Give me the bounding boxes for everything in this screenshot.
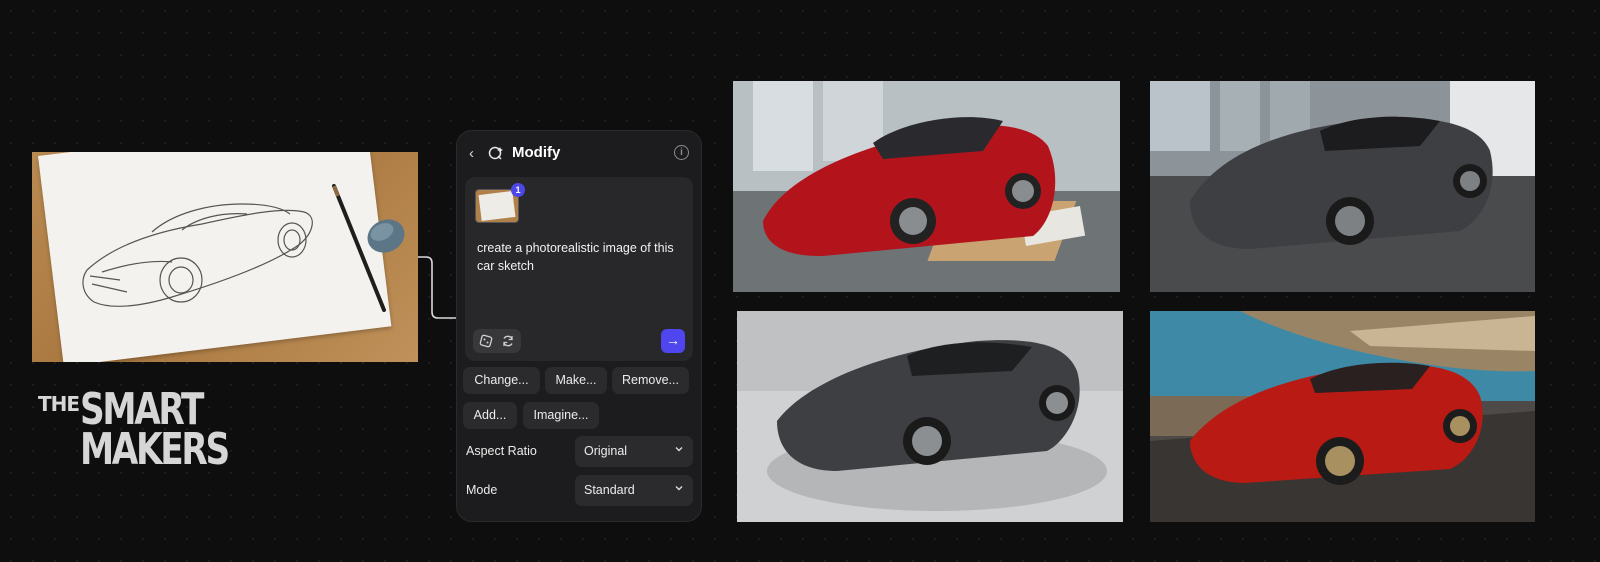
brand-the: THE [38, 392, 80, 416]
aspect-ratio-select[interactable]: Original [575, 436, 693, 467]
car-sketch-drawing [82, 184, 405, 312]
modify-panel: ‹ Modify i 1 create a photorealistic ima… [456, 130, 702, 522]
mode-select[interactable]: Standard [575, 475, 693, 506]
aspect-ratio-label: Aspect Ratio [466, 444, 537, 458]
arrow-right-icon: → [666, 332, 680, 348]
chevron-down-icon [675, 486, 683, 491]
car-sketch-photo [32, 152, 418, 362]
info-icon[interactable]: i [674, 145, 689, 160]
prompt-text: create a photorealistic image of this ca… [477, 241, 674, 273]
reference-count-badge: 1 [511, 183, 525, 197]
panel-title: Modify [512, 144, 561, 161]
mode-value: Standard [584, 483, 635, 497]
aspect-ratio-value: Original [584, 444, 628, 458]
change-button[interactable]: Change... [463, 367, 540, 394]
remove-button[interactable]: Remove... [612, 367, 689, 394]
connector-line [418, 256, 456, 319]
make-button[interactable]: Make... [545, 367, 607, 394]
modify-sparkle-icon [488, 146, 503, 160]
result-image-1[interactable] [733, 81, 1120, 292]
imagine-button[interactable]: Imagine... [523, 402, 599, 429]
refresh-icon[interactable] [500, 333, 516, 349]
panel-header: ‹ Modify i [457, 131, 701, 175]
send-button[interactable]: → [661, 329, 685, 353]
result-image-3[interactable] [737, 311, 1123, 522]
brand-line-2: MAKERS [80, 424, 230, 475]
prompt-tools [473, 329, 521, 353]
add-button[interactable]: Add... [463, 402, 517, 429]
prompt-box[interactable]: 1 create a photorealistic image of this … [465, 177, 693, 361]
result-image-4[interactable] [1150, 311, 1535, 522]
result-image-2[interactable] [1150, 81, 1535, 292]
dice-icon[interactable] [478, 333, 494, 349]
chevron-left-icon[interactable]: ‹ [469, 145, 483, 162]
prompt-input[interactable]: create a photorealistic image of this ca… [477, 239, 683, 275]
mode-label: Mode [466, 483, 498, 497]
chevron-down-icon [675, 447, 683, 452]
